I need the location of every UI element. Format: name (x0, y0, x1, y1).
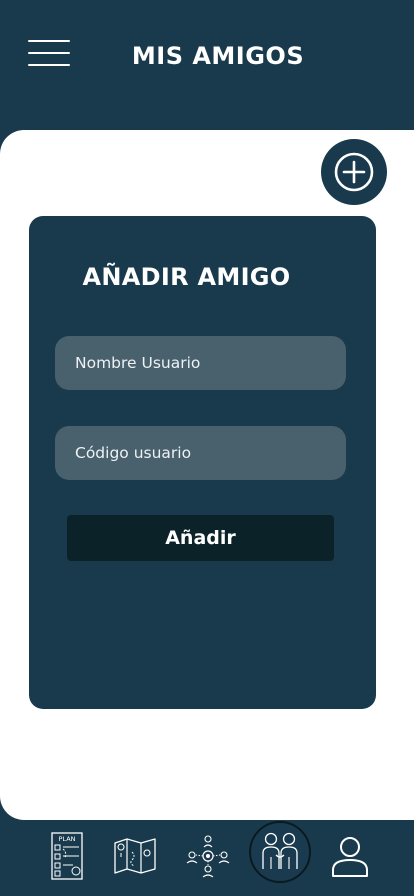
username-input[interactable] (55, 336, 346, 390)
plan-icon-label: PLAN (59, 835, 76, 843)
page-title: MIS AMIGOS (131, 42, 305, 70)
add-friend-fab[interactable] (321, 139, 387, 205)
nav-map[interactable] (103, 824, 167, 888)
top-app-bar: MIS AMIGOS (0, 0, 414, 132)
user-code-input[interactable] (55, 426, 346, 480)
nav-friends[interactable] (249, 821, 311, 883)
nav-plan[interactable]: PLAN (35, 824, 99, 888)
nav-profile[interactable] (318, 824, 382, 888)
plus-circle-icon (334, 152, 374, 192)
nav-team[interactable] (176, 824, 240, 888)
hamburger-menu-icon[interactable] (28, 40, 72, 68)
add-button[interactable]: Añadir (67, 515, 334, 561)
map-icon (114, 838, 156, 874)
add-friend-card: AÑADIR AMIGO Añadir (29, 216, 376, 709)
card-title: AÑADIR AMIGO (82, 263, 291, 291)
profile-icon (332, 837, 368, 877)
team-network-icon (186, 835, 230, 878)
friends-icon (262, 832, 298, 869)
plan-checklist-icon: PLAN (51, 832, 83, 880)
